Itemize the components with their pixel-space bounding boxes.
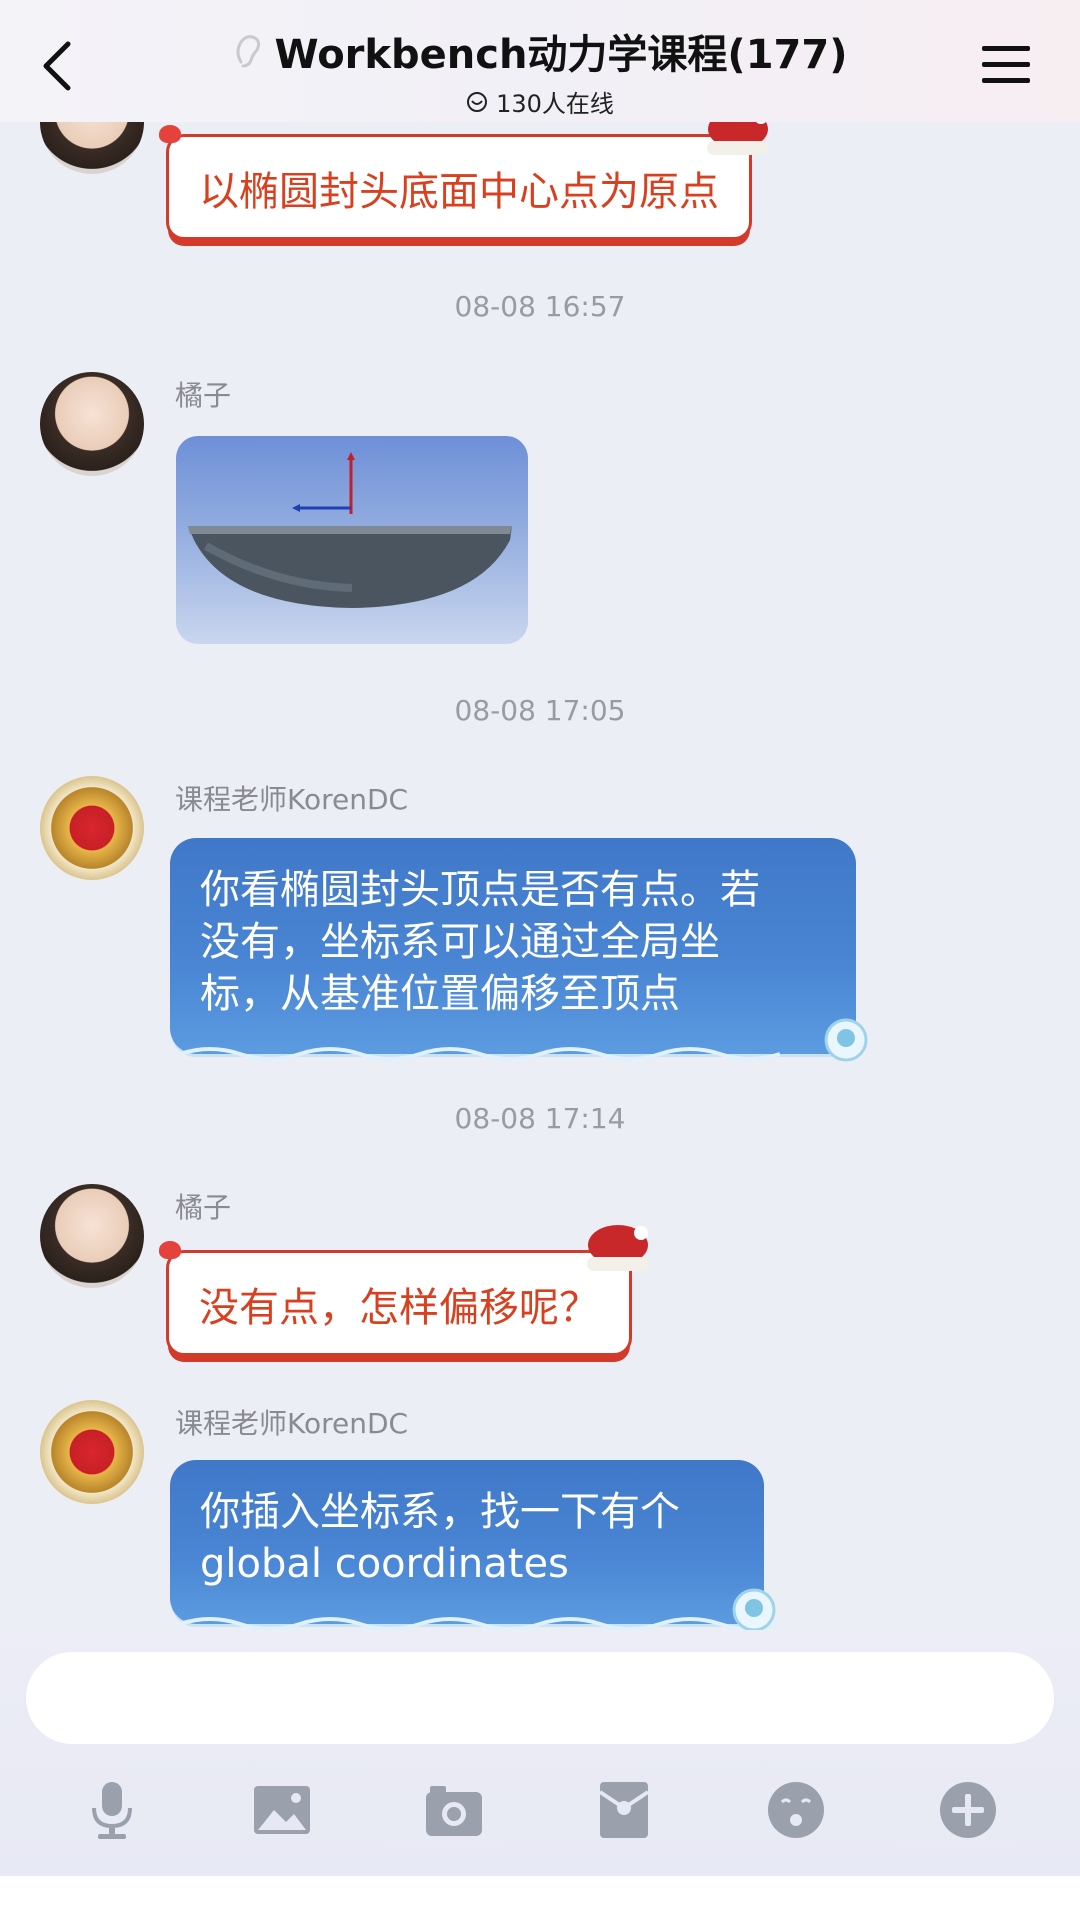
- red-packet-icon[interactable]: [592, 1778, 656, 1842]
- timestamp: 08-08 16:57: [454, 290, 626, 323]
- mermaid-decoration-icon: [824, 1018, 868, 1062]
- camera-icon[interactable]: [422, 1778, 486, 1842]
- timestamp: 08-08 17:14: [454, 1102, 626, 1135]
- message-bubble[interactable]: 以椭圆封头底面中心点为原点: [159, 109, 769, 240]
- sender-name: 课程老师KorenDC: [175, 783, 409, 816]
- microphone-icon[interactable]: [80, 1778, 144, 1842]
- chat-title-area[interactable]: Workbench动力学课程(177) 130人在线: [0, 22, 1080, 119]
- message-line: 你看椭圆封头顶点是否有点。若: [200, 867, 760, 913]
- cad-model-image: [188, 452, 512, 608]
- message-bubble[interactable]: 你插入坐标系，找一下有个 global coordinates: [170, 1460, 780, 1630]
- top-bar: Workbench动力学课程(177) 130人在线: [0, 0, 1080, 122]
- message-text: 以椭圆封头底面中心点为原点: [199, 169, 719, 215]
- home-indicator-area: [0, 1876, 1080, 1920]
- message-bubble[interactable]: 你看椭圆封头顶点是否有点。若 没有，坐标系可以通过全局坐 标，从基准位置偏移至顶…: [170, 838, 868, 1062]
- avatar[interactable]: [40, 372, 144, 476]
- avatar[interactable]: [40, 1184, 144, 1288]
- online-status: 130人在线: [466, 84, 614, 119]
- online-status-icon: [467, 91, 488, 112]
- online-count: 130人在线: [496, 90, 614, 118]
- mermaid-decoration-icon: [732, 1588, 776, 1630]
- sender-name: 课程老师KorenDC: [175, 1407, 409, 1440]
- ear-icon: [236, 35, 260, 68]
- input-area: [0, 1630, 1080, 1920]
- sender-name: 橘子: [175, 1191, 232, 1224]
- wave-decoration-icon: [180, 1617, 780, 1630]
- emoji-icon[interactable]: [764, 1778, 828, 1842]
- plus-icon[interactable]: [936, 1778, 1000, 1842]
- wave-decoration-icon: [180, 1047, 780, 1060]
- message-text: 没有点，怎样偏移呢？: [199, 1285, 599, 1331]
- image-icon[interactable]: [250, 1778, 314, 1842]
- sender-name: 橘子: [175, 379, 232, 412]
- avatar[interactable]: [40, 1400, 144, 1504]
- input-toolbar: [0, 1778, 1080, 1858]
- message-input[interactable]: [26, 1652, 1054, 1744]
- message-line: global coordinates: [200, 1541, 569, 1587]
- message-line: 没有，坐标系可以通过全局坐: [200, 919, 720, 965]
- image-message[interactable]: [176, 436, 528, 644]
- chat-area[interactable]: 以椭圆封头底面中心点为原点 08-08 16:57 橘子 08-08 17:05…: [0, 0, 1080, 1630]
- message-line: 你插入坐标系，找一下有个: [200, 1489, 680, 1535]
- christmas-hat-icon: [587, 1225, 649, 1271]
- chat-title: Workbench动力学课程(177): [233, 22, 848, 80]
- chat-title-text: Workbench动力学课程(177): [274, 32, 848, 78]
- message-line: 标，从基准位置偏移至顶点: [200, 971, 680, 1017]
- message-bubble[interactable]: 没有点，怎样偏移呢？: [159, 1225, 649, 1356]
- timestamp: 08-08 17:05: [454, 694, 626, 727]
- menu-icon[interactable]: [982, 44, 1030, 86]
- avatar[interactable]: [40, 776, 144, 880]
